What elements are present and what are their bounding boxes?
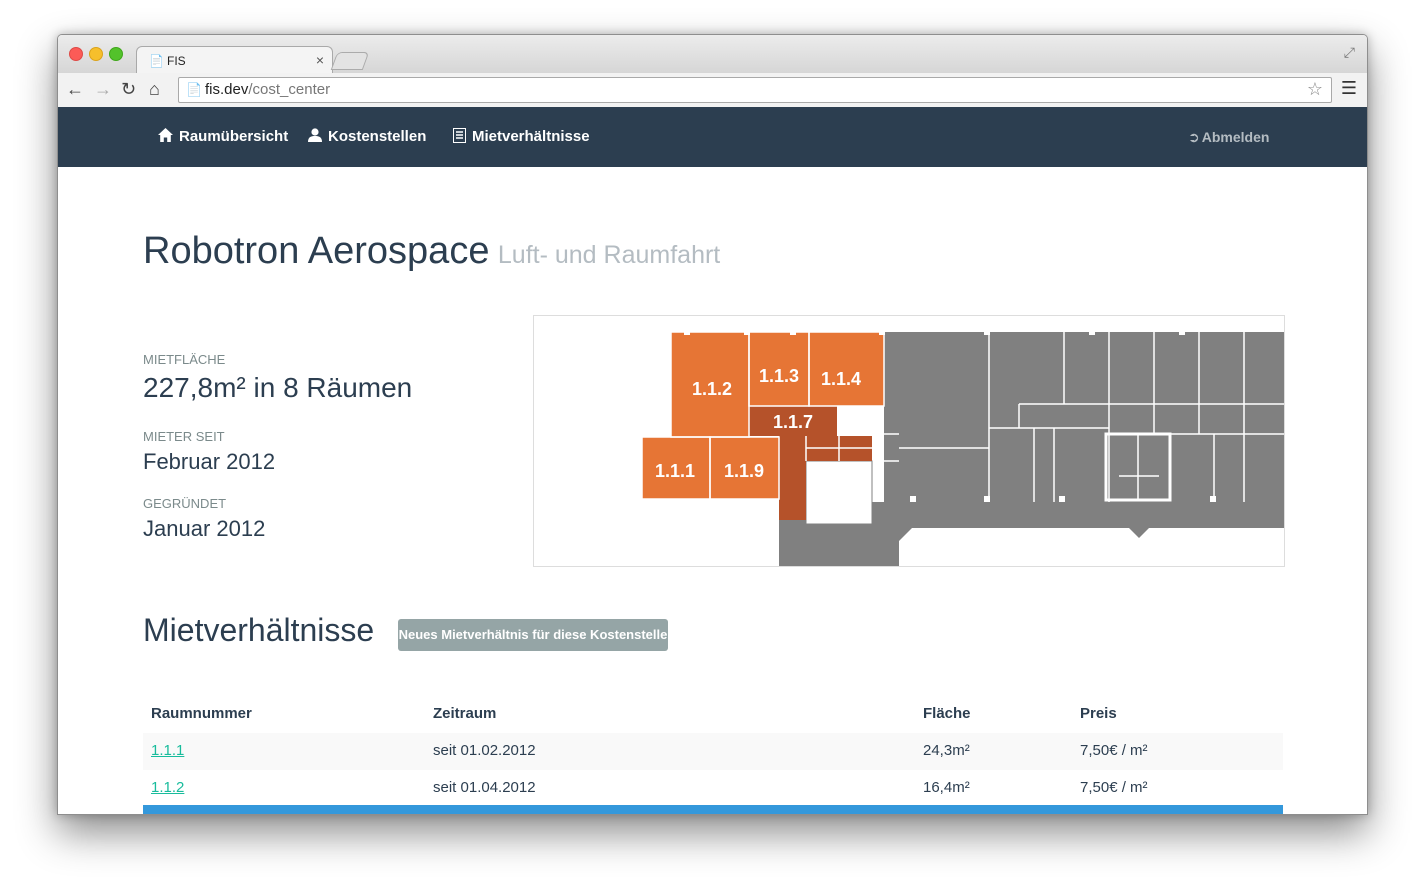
column-header-area: Fläche — [923, 705, 971, 722]
bookmark-star-icon[interactable]: ☆ — [1307, 79, 1323, 100]
price-cell: 7,50€ / m² — [1080, 779, 1148, 796]
page-content: Robotron Aerospace Luft- und Raumfahrt M… — [58, 167, 1367, 814]
leases-heading: Mietverhältnisse — [143, 612, 375, 648]
back-arrow-icon[interactable]: ← — [66, 78, 84, 100]
home-icon — [158, 128, 173, 142]
close-tab-icon[interactable]: × — [316, 52, 324, 68]
tenant-since-value: Februar 2012 — [143, 449, 276, 474]
close-window-button[interactable] — [69, 47, 83, 61]
area-cell: 24,3m² — [923, 742, 970, 759]
founded-value: Januar 2012 — [143, 516, 266, 541]
url-host: fis.dev — [205, 81, 249, 98]
page-icon: 📄 — [186, 82, 203, 97]
room-link[interactable]: 1.1.1 — [151, 742, 184, 759]
maximize-window-button[interactable] — [109, 47, 123, 61]
column-header-room: Raumnummer — [151, 705, 252, 722]
table-row: 1.1.1 seit 01.02.2012 24,3m² 7,50€ / m² — [143, 733, 1283, 770]
column-header-period: Zeitraum — [433, 705, 497, 722]
browser-toolbar: ← → ↻ ⌂ 📄 fis.dev/cost_center ☆ ☰ — [58, 73, 1367, 108]
area-label: Mietfläche — [143, 352, 226, 367]
page-title: Robotron Aerospace Luft- und Raumfahrt — [143, 230, 720, 273]
user-icon — [308, 128, 322, 142]
new-tab-button[interactable] — [330, 52, 370, 70]
list-icon — [453, 128, 466, 143]
table-row-highlight[interactable] — [143, 805, 1283, 814]
document-icon: 📄 — [149, 54, 164, 68]
cutout — [805, 460, 873, 525]
area-cell: 16,4m² — [923, 779, 970, 796]
room-label-1-1-3: 1.1.3 — [759, 366, 799, 386]
period-cell: seit 01.02.2012 — [433, 742, 536, 759]
company-name: Robotron Aerospace — [143, 230, 490, 272]
forward-arrow-icon[interactable]: → — [94, 78, 112, 100]
browser-window: 📄 FIS × ⤢ ← → ↻ ⌂ 📄 fis.dev/cost_center … — [57, 34, 1368, 815]
room-label-1-1-7: 1.1.7 — [773, 412, 813, 432]
logout-icon: ➲ — [1188, 129, 1200, 145]
top-navbar: Raumübersicht Kostenstellen Mietverhältn… — [58, 107, 1367, 167]
column-header-price: Preis — [1080, 705, 1117, 722]
title-bar: 📄 FIS × ⤢ — [58, 35, 1367, 74]
floor-plan: 1.1.2 1.1.3 1.1.4 1.1.7 1.1.1 1.1.9 — [533, 315, 1285, 567]
reload-icon[interactable]: ↻ — [121, 78, 136, 100]
area-value: 227,8m² in 8 Räumen — [143, 372, 413, 403]
minimize-window-button[interactable] — [89, 47, 103, 61]
company-sector: Luft- und Raumfahrt — [497, 241, 721, 269]
nav-label: Kostenstellen — [328, 128, 427, 145]
floor-plan-svg: 1.1.2 1.1.3 1.1.4 1.1.7 1.1.1 1.1.9 — [641, 330, 1284, 566]
founded-label: Gegründet — [143, 496, 227, 511]
room-link[interactable]: 1.1.2 — [151, 779, 184, 796]
room-label-1-1-1: 1.1.1 — [655, 461, 695, 481]
room-label-1-1-2: 1.1.2 — [692, 379, 732, 399]
nav-item-kostenstellen[interactable]: Kostenstellen — [308, 128, 426, 145]
browser-tab[interactable]: 📄 FIS × — [136, 46, 333, 74]
url-text: fis.dev/cost_center — [205, 81, 330, 98]
nav-label: Mietverhältnisse — [472, 128, 590, 145]
hamburger-menu-icon[interactable]: ☰ — [1341, 78, 1357, 99]
tenant-since-label: Mieter seit — [143, 429, 225, 444]
room-label-1-1-4: 1.1.4 — [821, 369, 861, 389]
tab-title: FIS — [167, 54, 186, 68]
room-label-1-1-9: 1.1.9 — [724, 461, 764, 481]
logout-link[interactable]: ➲ Abmelden — [1188, 129, 1269, 146]
room-1-1-8[interactable] — [779, 436, 806, 520]
table-row: 1.1.2 seit 01.04.2012 16,4m² 7,50€ / m² — [143, 770, 1283, 807]
address-bar[interactable]: 📄 fis.dev/cost_center ☆ — [178, 77, 1332, 103]
fullscreen-icon[interactable]: ⤢ — [1344, 44, 1355, 61]
logout-label: Abmelden — [1201, 129, 1270, 145]
new-lease-button[interactable]: Neues Mietverhältnis für diese Kostenste… — [398, 619, 668, 651]
url-path: /cost_center — [248, 81, 331, 98]
floor-area-grey — [884, 332, 1284, 502]
period-cell: seit 01.04.2012 — [433, 779, 536, 796]
nav-item-mietverhaeltnisse[interactable]: Mietverhältnisse — [453, 128, 590, 145]
nav-label: Raumübersicht — [179, 128, 289, 145]
nav-item-raumuebersicht[interactable]: Raumübersicht — [158, 128, 288, 145]
price-cell: 7,50€ / m² — [1080, 742, 1148, 759]
home-icon[interactable]: ⌂ — [149, 78, 160, 100]
